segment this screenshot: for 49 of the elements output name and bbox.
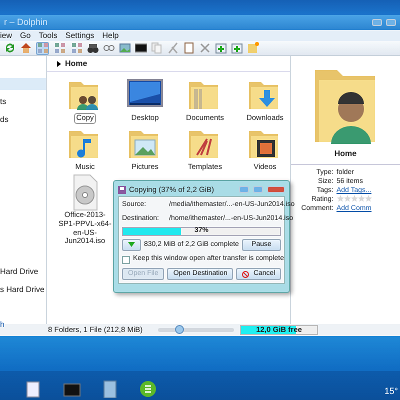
star-icon[interactable] [344,195,350,202]
sidebar-item[interactable]: Hard Drive [0,266,38,278]
expand-arrow-icon[interactable] [57,60,61,66]
star-icon[interactable] [364,195,372,202]
prohibited-icon [242,270,250,278]
calculator-icon[interactable] [103,380,117,398]
notepad-icon[interactable] [25,380,41,398]
close-button[interactable] [267,186,285,193]
copy-icon[interactable] [151,42,163,54]
menu-item[interactable]: Tools [38,30,58,42]
minimize-button[interactable] [372,19,382,26]
minimize-button[interactable] [239,186,249,193]
new-folder-icon[interactable] [247,42,259,54]
details-view-button[interactable] [53,42,66,54]
glasses-icon[interactable] [103,42,115,54]
details-toggle-button[interactable] [122,239,141,252]
sidebar-item[interactable]: ds [0,114,8,126]
menu-item[interactable]: iew [0,30,12,42]
sidebar-item[interactable]: ts [0,96,6,108]
maximize-button[interactable] [386,19,396,26]
columns-view-button[interactable] [70,42,83,54]
star-icon[interactable] [358,195,364,202]
new-window-icon[interactable] [231,42,243,54]
floppy-icon [118,186,126,194]
chat-icon[interactable] [139,380,157,398]
picture-icon[interactable] [119,42,131,54]
breadcrumb-item[interactable]: Home [65,58,88,70]
sidebar-item[interactable]: h [0,319,4,331]
menu-item[interactable]: Settings [65,30,94,42]
delete-icon[interactable] [199,42,211,54]
home-icon[interactable] [20,42,32,54]
paste-icon[interactable] [183,42,195,54]
new-tab-icon[interactable] [215,42,227,54]
info-title: Home [334,148,357,160]
icons-view-button[interactable] [36,42,49,54]
star-icon[interactable] [336,195,344,202]
refresh-icon[interactable] [4,42,16,54]
clock: 15° [384,384,398,398]
sidebar-item[interactable]: s Hard Drive [0,284,44,296]
checkbox[interactable] [122,256,130,264]
star-icon[interactable] [350,195,358,202]
menu-item[interactable]: Go [20,30,31,42]
menu-item[interactable]: Help [102,30,119,42]
binoculars-icon[interactable] [87,42,99,54]
maximize-button[interactable] [253,186,263,193]
window-title: r – Dolphin [4,16,48,29]
scissors-icon[interactable] [167,42,179,54]
selected-place-highlight [0,78,46,90]
caret-icon [128,242,135,247]
